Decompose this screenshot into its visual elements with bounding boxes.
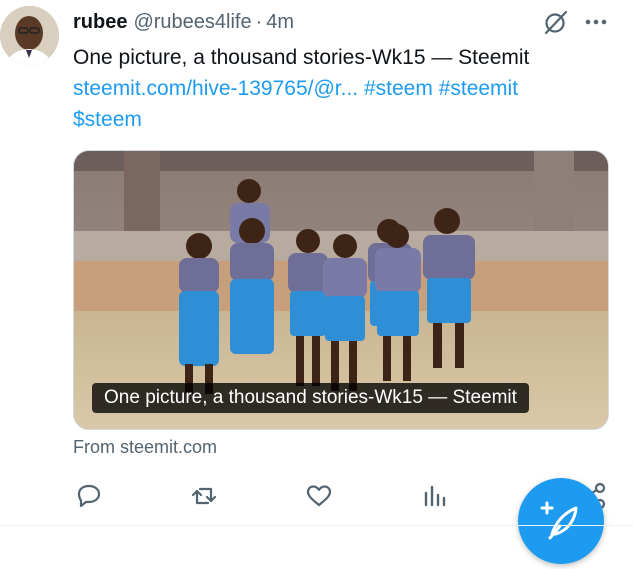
compose-button[interactable] [518,478,604,564]
avatar[interactable] [0,6,59,65]
user-handle[interactable]: @rubees4life [133,11,251,34]
timestamp[interactable]: 4m [266,11,294,34]
divider [0,525,633,526]
views-icon[interactable] [418,480,450,512]
tweet-text: One picture, a thousand stories-Wk15 — S… [73,42,618,135]
like-icon[interactable] [303,480,335,512]
hashtag-steem[interactable]: #steem [364,77,433,100]
separator: · [255,10,263,33]
more-icon[interactable] [582,10,610,34]
avatar-image [0,6,59,65]
reply-icon[interactable] [73,480,105,512]
card-source[interactable]: From steemit.com [73,437,217,458]
grok-icon[interactable] [542,8,570,36]
tweet-text-line: One picture, a thousand stories-Wk15 — S… [73,46,530,69]
link-card[interactable]: One picture, a thousand stories-Wk15 — S… [73,150,609,430]
tweet-link[interactable]: steemit.com/hive-139765/@r... [73,77,358,100]
compose-icon [540,501,578,540]
display-name[interactable]: rubee [73,11,127,34]
tweet-header: rubee @rubees4life · 4m [73,9,294,35]
hashtag-steemit[interactable]: #steemit [439,77,518,100]
card-caption: One picture, a thousand stories-Wk15 — S… [92,383,529,413]
retweet-icon[interactable] [188,480,220,512]
cashtag-steem[interactable]: $steem [73,108,142,131]
